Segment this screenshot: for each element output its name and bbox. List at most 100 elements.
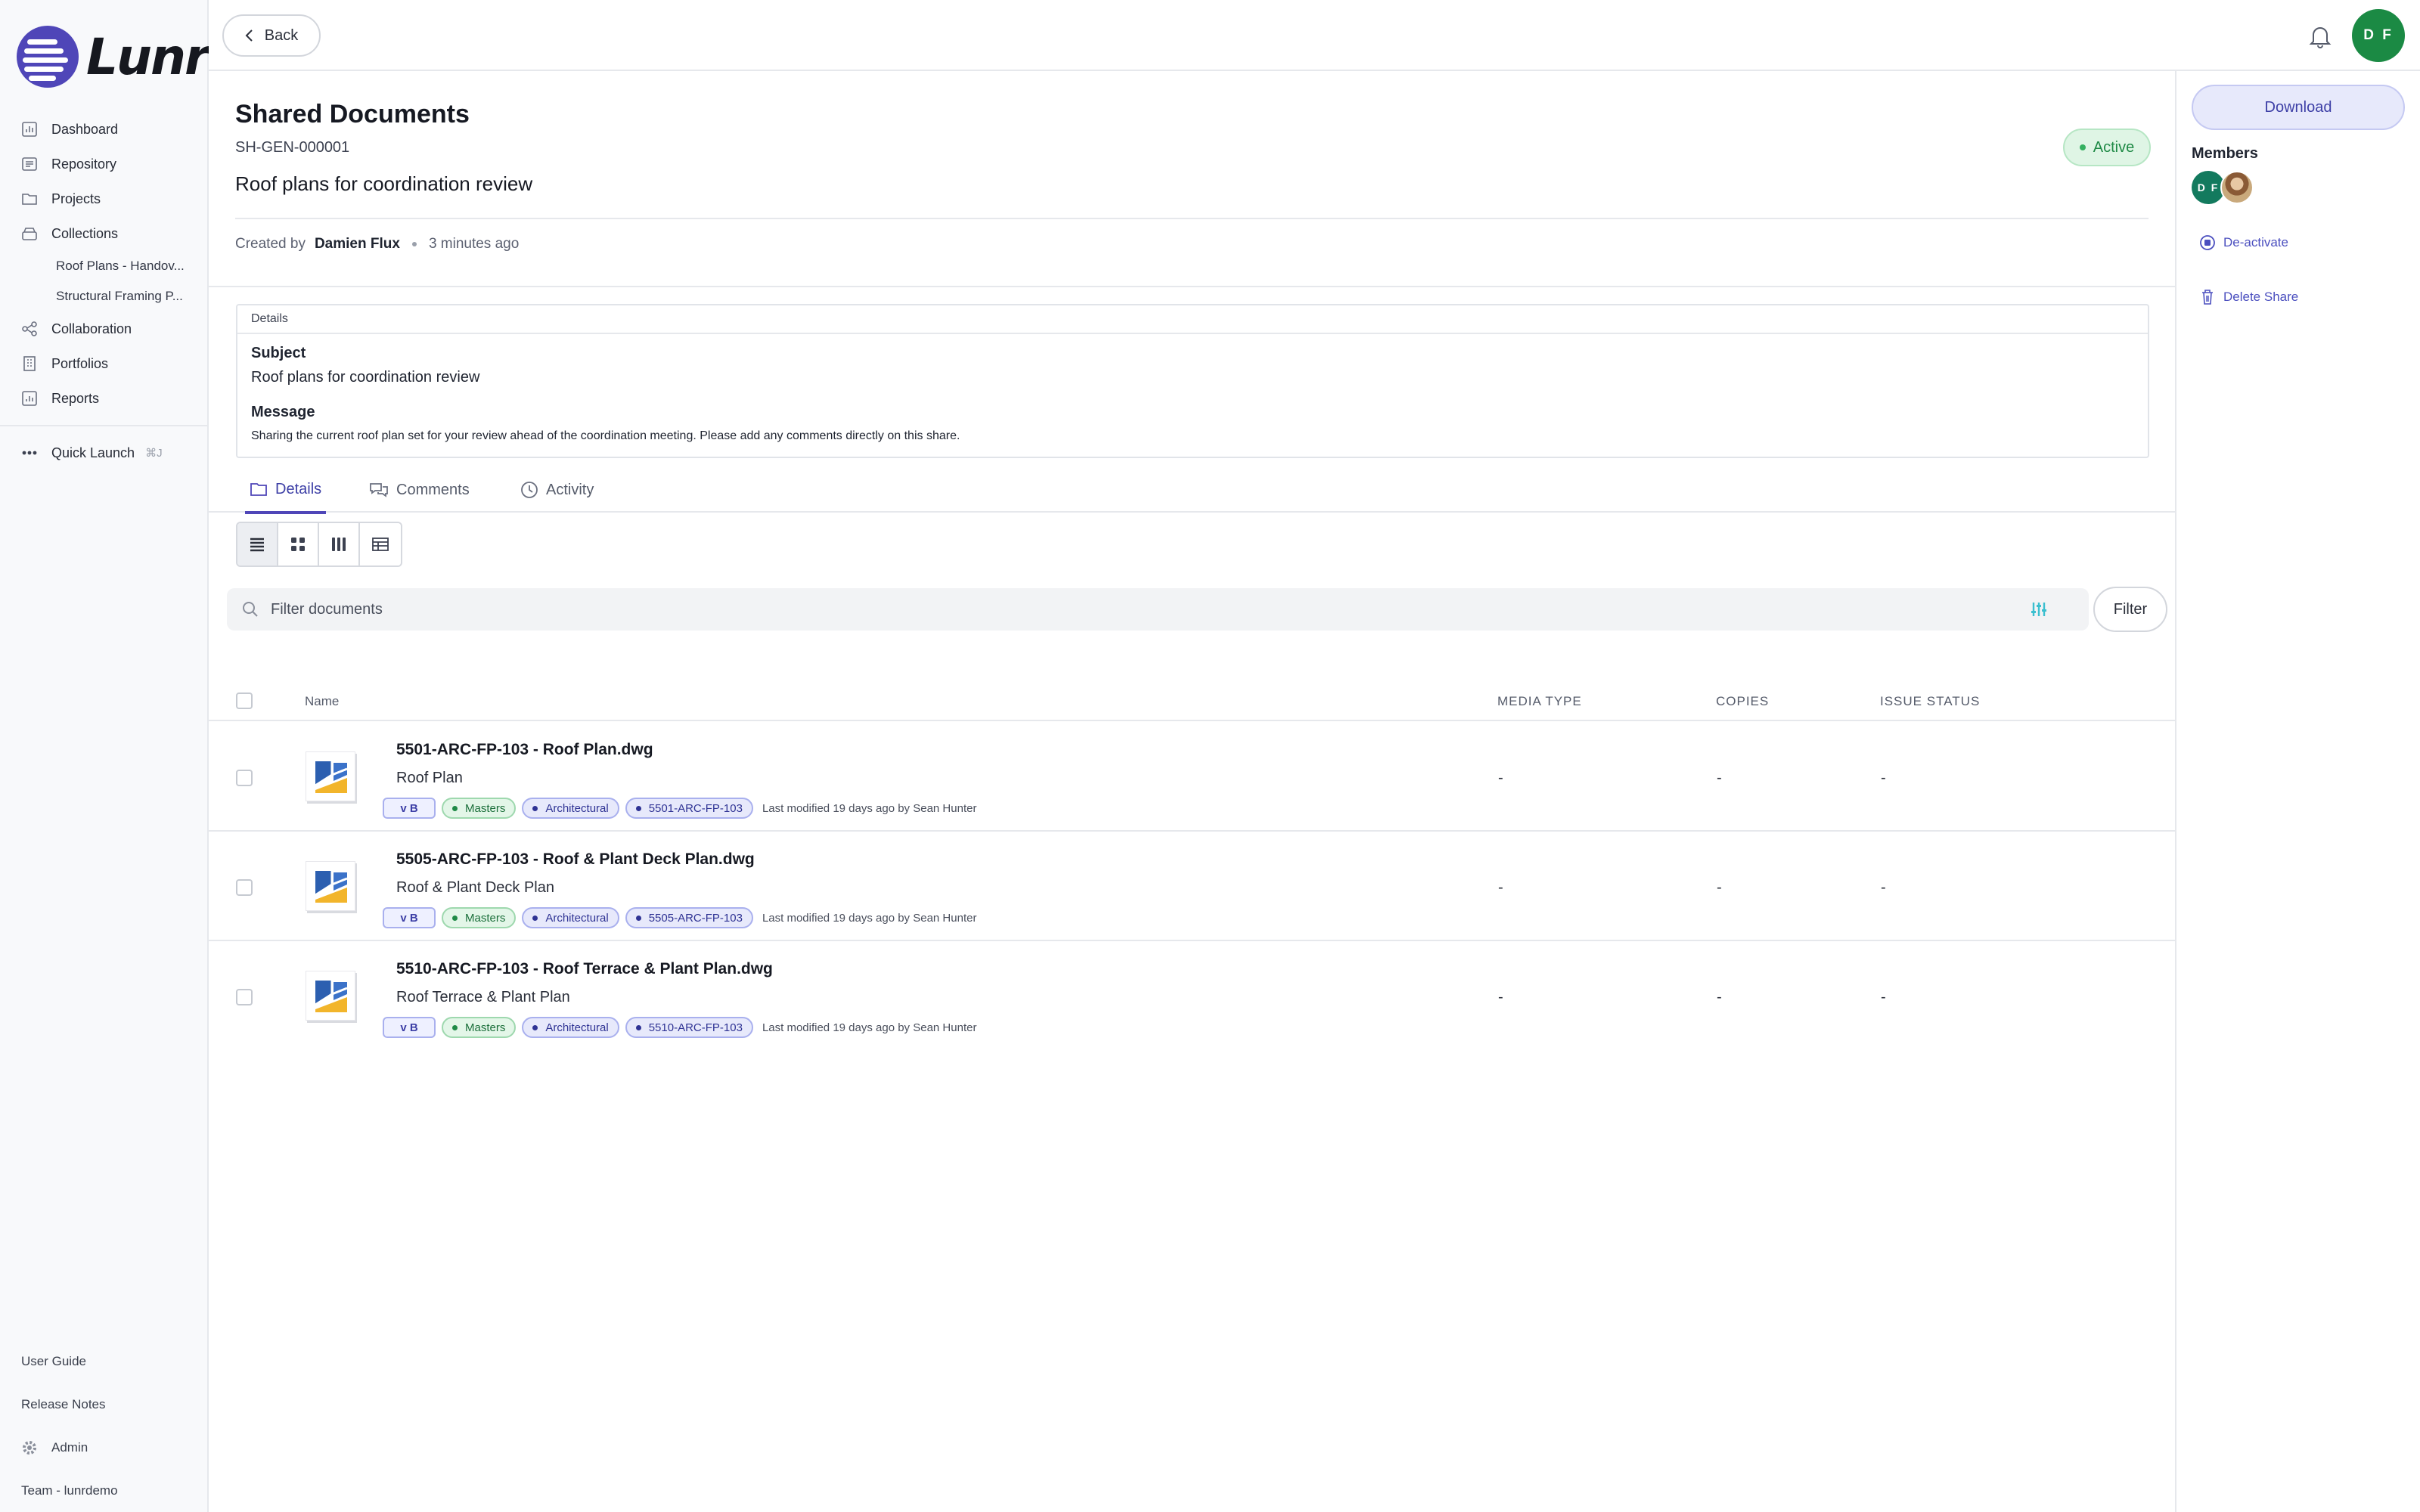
version-chip[interactable]: v B	[383, 907, 436, 928]
user-guide-link[interactable]: User Guide	[0, 1340, 209, 1383]
code-tag: 5501-ARC-FP-103	[625, 798, 753, 819]
sidebar-item-collections[interactable]: Collections	[0, 216, 209, 251]
created-by-name: Damien Flux	[314, 236, 400, 252]
document-title[interactable]: 5501-ARC-FP-103 - Roof Plan.dwg	[396, 741, 653, 759]
share-subject-heading: Roof plans for coordination review	[235, 172, 533, 195]
user-avatar[interactable]: D F	[2352, 9, 2405, 62]
tag-dot-icon	[452, 1024, 458, 1030]
status-tag: Masters	[442, 798, 517, 819]
sidebar-collection-structural-framing[interactable]: Structural Framing P...	[0, 281, 201, 311]
column-header-name[interactable]: Name	[305, 694, 339, 709]
tag-dot-icon	[635, 1024, 641, 1030]
comments-icon	[370, 483, 388, 497]
details-card-heading: Details	[237, 305, 2148, 334]
grid-view-button[interactable]	[278, 523, 319, 565]
code-tag-label: 5505-ARC-FP-103	[648, 911, 743, 925]
sidebar-collection-roof-plans[interactable]: Roof Plans - Handov...	[0, 251, 201, 281]
column-view-button[interactable]	[319, 523, 360, 565]
version-chip[interactable]: v B	[383, 1017, 436, 1038]
admin-link[interactable]: Admin	[0, 1426, 209, 1469]
sidebar-item-repository[interactable]: Repository	[0, 147, 209, 181]
document-title[interactable]: 5510-ARC-FP-103 - Roof Terrace & Plant P…	[396, 960, 773, 978]
column-header-media-type[interactable]: MEDIA TYPE	[1497, 694, 1582, 709]
tag-dot-icon	[635, 805, 641, 811]
chevron-left-icon	[245, 29, 253, 42]
tag-dot-icon	[635, 915, 641, 921]
created-by-label: Created by	[235, 236, 306, 252]
code-tag: 5510-ARC-FP-103	[625, 1017, 753, 1038]
table-view-button[interactable]	[360, 523, 401, 565]
tab-bar: Details Comments Activity	[209, 467, 2175, 514]
filter-button[interactable]: Filter	[2093, 587, 2167, 632]
tag-dot-icon	[532, 805, 538, 811]
tab-details[interactable]: Details	[245, 467, 327, 514]
chart-icon	[21, 121, 38, 138]
status-tag: Masters	[442, 1017, 517, 1038]
sidebar-item-projects[interactable]: Projects	[0, 181, 209, 216]
table-header: Name MEDIA TYPE COPIES ISSUE STATUS	[209, 680, 2175, 721]
delete-share-button[interactable]: Delete Share	[2199, 289, 2298, 305]
bell-icon[interactable]	[2305, 21, 2335, 51]
document-subtitle: Roof Terrace & Plant Plan	[396, 989, 570, 1005]
sidebar: Lunr Dashboard Repository Projects Colle…	[0, 0, 209, 1512]
sidebar-item-collaboration[interactable]: Collaboration	[0, 311, 209, 346]
document-subtitle: Roof & Plant Deck Plan	[396, 879, 554, 896]
sidebar-item-label: Dashboard	[51, 121, 119, 137]
created-ago: 3 minutes ago	[428, 236, 520, 252]
deactivate-label: De-activate	[2223, 235, 2288, 249]
lunr-logo[interactable]: Lunr	[17, 23, 209, 91]
quick-launch[interactable]: Quick Launch ⌘J	[0, 435, 209, 470]
table-row[interactable]: 5501-ARC-FP-103 - Roof Plan.dwg Roof Pla…	[209, 723, 2175, 832]
sidebar-item-label: Reports	[51, 390, 100, 406]
tab-label: Activity	[546, 481, 594, 498]
row-checkbox[interactable]	[236, 879, 253, 896]
document-title[interactable]: 5505-ARC-FP-103 - Roof & Plant Deck Plan…	[396, 850, 755, 869]
release-notes-link[interactable]: Release Notes	[0, 1383, 209, 1426]
deactivate-button[interactable]: De-activate	[2199, 234, 2288, 251]
sidebar-item-reports[interactable]: Reports	[0, 381, 209, 416]
sliders-icon[interactable]	[2030, 600, 2048, 622]
last-modified: Last modified 19 days ago by Sean Hunter	[762, 911, 977, 925]
download-button[interactable]: Download	[2192, 85, 2405, 130]
list-view-button[interactable]	[237, 523, 278, 565]
last-modified: Last modified 19 days ago by Sean Hunter	[762, 801, 977, 815]
table-row[interactable]: 5510-ARC-FP-103 - Roof Terrace & Plant P…	[209, 942, 2175, 1051]
back-button[interactable]: Back	[222, 14, 321, 57]
columns-icon	[332, 538, 346, 551]
clock-icon	[521, 482, 538, 498]
separator-dot	[411, 242, 417, 246]
sidebar-item-portfolios[interactable]: Portfolios	[0, 346, 209, 381]
row-checkbox[interactable]	[236, 770, 253, 786]
table-icon	[372, 538, 389, 551]
code-tag-label: 5501-ARC-FP-103	[648, 801, 743, 815]
column-header-copies[interactable]: COPIES	[1716, 694, 1769, 709]
document-subtitle: Roof Plan	[396, 770, 463, 786]
status-tag-label: Masters	[465, 1021, 506, 1034]
team-switcher[interactable]: Team - lunrdemo	[0, 1469, 209, 1512]
stop-icon	[2199, 234, 2216, 251]
tab-activity[interactable]: Activity	[516, 467, 598, 513]
discipline-tag-label: Architectural	[545, 801, 609, 815]
sidebar-item-label: Repository	[51, 156, 117, 172]
dwg-file-icon	[306, 751, 355, 801]
share-icon	[21, 321, 38, 337]
last-modified: Last modified 19 days ago by Sean Hunter	[762, 1021, 977, 1034]
sidebar-item-dashboard[interactable]: Dashboard	[0, 112, 209, 147]
select-all-checkbox[interactable]	[236, 692, 253, 709]
member-avatar-photo[interactable]	[2220, 171, 2254, 204]
tag-dot-icon	[452, 805, 458, 811]
lunr-logo-mark-icon	[17, 26, 79, 88]
quick-launch-label: Quick Launch	[51, 445, 135, 460]
table-row[interactable]: 5505-ARC-FP-103 - Roof & Plant Deck Plan…	[209, 832, 2175, 941]
created-info: Created by Damien Flux 3 minutes ago	[235, 236, 519, 253]
status-dot-icon	[2079, 144, 2086, 150]
tab-comments[interactable]: Comments	[365, 467, 474, 513]
filter-bar	[227, 588, 2089, 631]
sidebar-item-label: Collections	[51, 225, 119, 241]
version-chip[interactable]: v B	[383, 798, 436, 819]
column-header-issue-status[interactable]: ISSUE STATUS	[1880, 694, 1980, 709]
filter-documents-input[interactable]	[271, 600, 2010, 618]
media-type-cell: -	[1498, 989, 1503, 1005]
discipline-tag: Architectural	[522, 1017, 619, 1038]
row-checkbox[interactable]	[236, 989, 253, 1005]
